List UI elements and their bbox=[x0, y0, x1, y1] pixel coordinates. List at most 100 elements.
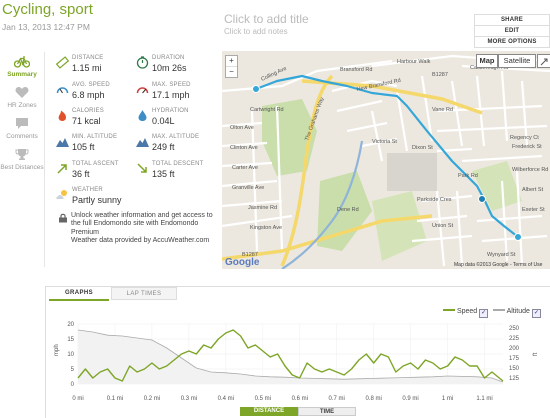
y-right-tick-label: 125 bbox=[509, 376, 520, 382]
map-type-map-button[interactable]: Map bbox=[476, 54, 498, 68]
stat-hydration: HYDRATION 0.04L bbox=[136, 108, 216, 132]
stat-distance-value: 1.15 mi bbox=[72, 63, 102, 73]
water-drop-icon bbox=[138, 110, 147, 121]
speed-altitude-chart[interactable]: 0 5 10 15 20 125 150 175 200 225 250 0 mi 0.1 mi 0.… bbox=[45, 318, 550, 406]
map-label: B1287 bbox=[432, 72, 448, 78]
map-label: Kingston Ave bbox=[250, 225, 282, 231]
stat-total-ascent: TOTAL ASCENT 36 ft bbox=[56, 161, 136, 185]
y-right-tick-label: 225 bbox=[509, 336, 520, 342]
nav-best-distances[interactable]: Best Distances bbox=[0, 148, 44, 172]
stat-total-descent-label: TOTAL DESCENT bbox=[152, 161, 204, 167]
speed-line-icon bbox=[443, 309, 455, 311]
speed-checkbox[interactable]: ✓ bbox=[479, 309, 489, 318]
legend-speed[interactable]: Speed ✓ bbox=[443, 307, 489, 318]
map-label: Exeter St bbox=[522, 207, 545, 213]
stat-calories-label: CALORIES bbox=[72, 108, 104, 114]
weather-credit: Weather data provided by AccuWeather.com bbox=[71, 236, 210, 244]
legend-altitude[interactable]: Altitude ✓ bbox=[493, 307, 541, 318]
y-axis-left-label: mph bbox=[54, 344, 60, 356]
map-label: Granville Ave bbox=[232, 185, 264, 191]
stat-weather-value: Partly sunny bbox=[72, 195, 122, 205]
gauge-max-icon bbox=[136, 87, 149, 94]
stat-max-altitude-value: 249 ft bbox=[152, 142, 175, 152]
x-tick-label: 0.3 mi bbox=[181, 396, 197, 402]
descent-arrow-icon bbox=[137, 163, 147, 173]
nav-divider bbox=[44, 52, 45, 267]
map-label: Park Rd bbox=[458, 173, 478, 179]
tab-graphs[interactable]: GRAPHS bbox=[49, 287, 109, 301]
x-tick-label: 0.6 mi bbox=[292, 396, 308, 402]
speech-bubble-icon bbox=[16, 118, 28, 129]
route-map[interactable]: Harbour Walk Castlereagh Rd B1287 New Br… bbox=[222, 51, 550, 269]
stat-max-altitude-label: MAX. ALTITUDE bbox=[152, 134, 200, 140]
stat-total-descent-value: 135 ft bbox=[152, 169, 175, 179]
stat-min-altitude-label: MIN. ALTITUDE bbox=[72, 134, 118, 140]
x-tick-label: 0.2 mi bbox=[144, 396, 160, 402]
stat-total-descent: TOTAL DESCENT 135 ft bbox=[136, 161, 216, 185]
stat-calories-value: 71 kcal bbox=[72, 116, 101, 126]
stopwatch-icon bbox=[136, 56, 149, 69]
stat-duration-value: 10m 26s bbox=[152, 63, 187, 73]
x-tick-label: 1 mi bbox=[442, 396, 453, 402]
nav-hr-zones-label: HR Zones bbox=[7, 102, 37, 109]
x-axis-time-toggle[interactable]: TIME bbox=[298, 407, 356, 416]
map-label: Olton Ave bbox=[230, 125, 254, 131]
map-label: Cartwright Rd bbox=[250, 107, 284, 113]
y-right-tick-label: 200 bbox=[509, 346, 520, 352]
map-label: Vane Rd bbox=[432, 107, 453, 113]
map-canvas: Harbour Walk Castlereagh Rd B1287 New Br… bbox=[222, 51, 550, 269]
zoom-out-button[interactable]: − bbox=[226, 66, 237, 77]
unlock-premium-message[interactable]: Unlock weather information and get acces… bbox=[71, 212, 221, 245]
y-left-tick-label: 20 bbox=[67, 322, 74, 328]
x-axis-distance-toggle[interactable]: DISTANCE bbox=[240, 407, 298, 416]
stat-hydration-value: 0.04L bbox=[152, 116, 175, 126]
map-type-satellite-button[interactable]: Satellite bbox=[498, 54, 536, 68]
nav-comments[interactable]: Comments bbox=[0, 117, 44, 141]
x-tick-label: 0.7 mi bbox=[329, 396, 345, 402]
legend-speed-label: Speed bbox=[456, 308, 478, 315]
stat-weather: WEATHER Partly sunny bbox=[56, 187, 136, 211]
nav-best-distances-label: Best Distances bbox=[0, 164, 44, 171]
stat-calories: CALORIES 71 kcal bbox=[56, 108, 136, 132]
map-label: Frederick St bbox=[512, 144, 542, 150]
x-tick-label: 0.9 mi bbox=[402, 396, 418, 402]
y-left-tick-label: 5 bbox=[71, 367, 75, 373]
altitude-checkbox[interactable]: ✓ bbox=[531, 309, 541, 318]
x-tick-label: 1.1 mi bbox=[476, 396, 492, 402]
add-title-field[interactable]: Click to add title bbox=[224, 12, 309, 26]
mountain-peak-icon bbox=[136, 138, 149, 147]
stat-avg-speed-value: 6.8 mph bbox=[72, 90, 105, 100]
map-attribution: Map data ©2013 Google - Terms of Use bbox=[454, 261, 543, 268]
nav-comments-label: Comments bbox=[6, 133, 38, 140]
x-tick-label: 0 mi bbox=[72, 396, 83, 402]
y-left-tick-label: 0 bbox=[71, 382, 75, 388]
gauge-icon bbox=[56, 87, 69, 94]
stat-avg-speed-label: AVG. SPEED bbox=[72, 82, 110, 88]
workout-date: Jan 13, 2013 12:47 PM bbox=[2, 22, 90, 32]
bicycle-icon bbox=[13, 56, 31, 68]
map-fullscreen-button[interactable] bbox=[537, 54, 550, 68]
map-label: Jasmine Rd bbox=[248, 205, 277, 211]
flame-icon bbox=[58, 110, 66, 121]
stat-duration: DURATION 10m 26s bbox=[136, 55, 216, 79]
legend-altitude-label: Altitude bbox=[506, 308, 530, 315]
map-label: Clinton Ave bbox=[230, 145, 258, 151]
add-notes-field[interactable]: Click to add notes bbox=[224, 27, 288, 36]
tab-lap-times[interactable]: LAP TIMES bbox=[111, 287, 177, 300]
map-label: Union St bbox=[432, 223, 454, 229]
y-left-tick-label: 10 bbox=[67, 352, 74, 358]
map-label: Albert St bbox=[522, 187, 544, 193]
more-options-button[interactable]: MORE OPTIONS bbox=[474, 36, 550, 48]
nav-summary[interactable]: Summary bbox=[0, 55, 44, 79]
map-label: Harbour Walk bbox=[397, 59, 431, 65]
map-label: Bransford Rd bbox=[340, 67, 372, 73]
trophy-icon bbox=[15, 149, 29, 160]
stat-max-speed-value: 17.1 mph bbox=[152, 90, 190, 100]
stat-avg-speed: AVG. SPEED 6.8 mph bbox=[56, 82, 136, 106]
nav-hr-zones[interactable]: HR Zones bbox=[0, 86, 44, 110]
zoom-in-button[interactable]: + bbox=[226, 56, 237, 66]
y-right-tick-label: 150 bbox=[509, 366, 520, 372]
partly-sunny-icon bbox=[56, 190, 67, 199]
stat-max-speed-label: MAX. SPEED bbox=[152, 82, 191, 88]
altitude-line-icon bbox=[493, 309, 505, 311]
